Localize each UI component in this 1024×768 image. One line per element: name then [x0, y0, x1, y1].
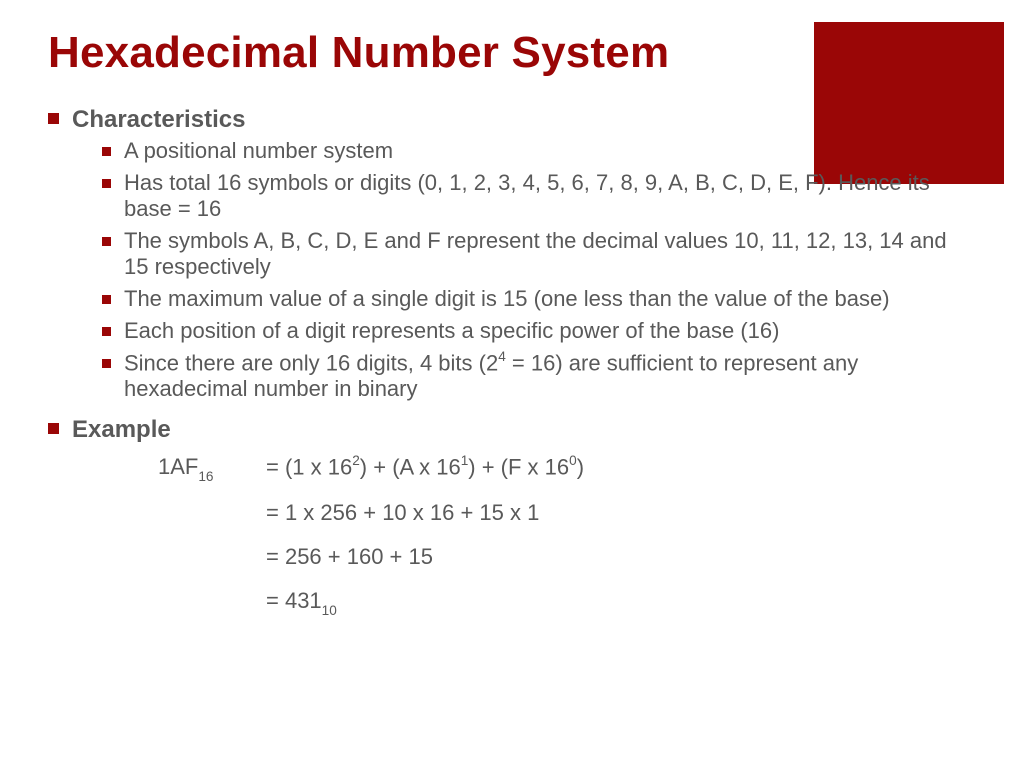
char-item: Has total 16 symbols or digits (0, 1, 2,… [102, 170, 976, 222]
example-lhs [158, 500, 266, 526]
slide: Hexadecimal Number System Characteristic… [0, 0, 1024, 768]
text-frag: = (1 x 16 [266, 454, 352, 479]
section-heading: Characteristics [72, 106, 245, 133]
char-item: Since there are only 16 digits, 4 bits (… [102, 350, 976, 402]
section-heading: Example [72, 416, 171, 443]
char-item: Each position of a digit represents a sp… [102, 318, 976, 344]
example-row: 1AF16 = (1 x 162) + (A x 161) + (F x 160… [158, 454, 976, 482]
example-lhs [158, 544, 266, 570]
text-frag: = 431 [266, 588, 322, 613]
example-row: = 1 x 256 + 10 x 16 + 15 x 1 [158, 500, 976, 526]
superscript: 0 [569, 453, 577, 468]
example-rhs: = (1 x 162) + (A x 161) + (F x 160) [266, 454, 976, 482]
text-frag: ) + (F x 16 [468, 454, 569, 479]
text-frag: 1AF [158, 454, 198, 479]
text-frag: Since there are only 16 digits, 4 bits (… [124, 350, 498, 375]
example-lhs [158, 588, 266, 616]
superscript: 4 [498, 349, 506, 364]
example-rhs: = 43110 [266, 588, 976, 616]
superscript: 2 [352, 453, 360, 468]
example-rhs: = 1 x 256 + 10 x 16 + 15 x 1 [266, 500, 976, 526]
char-item: The maximum value of a single digit is 1… [102, 286, 976, 312]
text-frag: ) + (A x 16 [360, 454, 461, 479]
example-row: = 256 + 160 + 15 [158, 544, 976, 570]
content-list: Characteristics A positional number syst… [48, 106, 976, 444]
superscript: 1 [461, 453, 469, 468]
subscript: 10 [322, 603, 337, 618]
example-lhs: 1AF16 [158, 454, 266, 482]
char-item: A positional number system [102, 138, 976, 164]
section-characteristics: Characteristics A positional number syst… [48, 106, 976, 402]
characteristics-list: A positional number system Has total 16 … [72, 138, 976, 402]
section-example: Example [48, 416, 976, 444]
text-frag: ) [577, 454, 584, 479]
char-item: The symbols A, B, C, D, E and F represen… [102, 228, 976, 280]
example-computation: 1AF16 = (1 x 162) + (A x 161) + (F x 160… [48, 454, 976, 617]
subscript: 16 [198, 469, 213, 484]
example-row: = 43110 [158, 588, 976, 616]
example-rhs: = 256 + 160 + 15 [266, 544, 976, 570]
